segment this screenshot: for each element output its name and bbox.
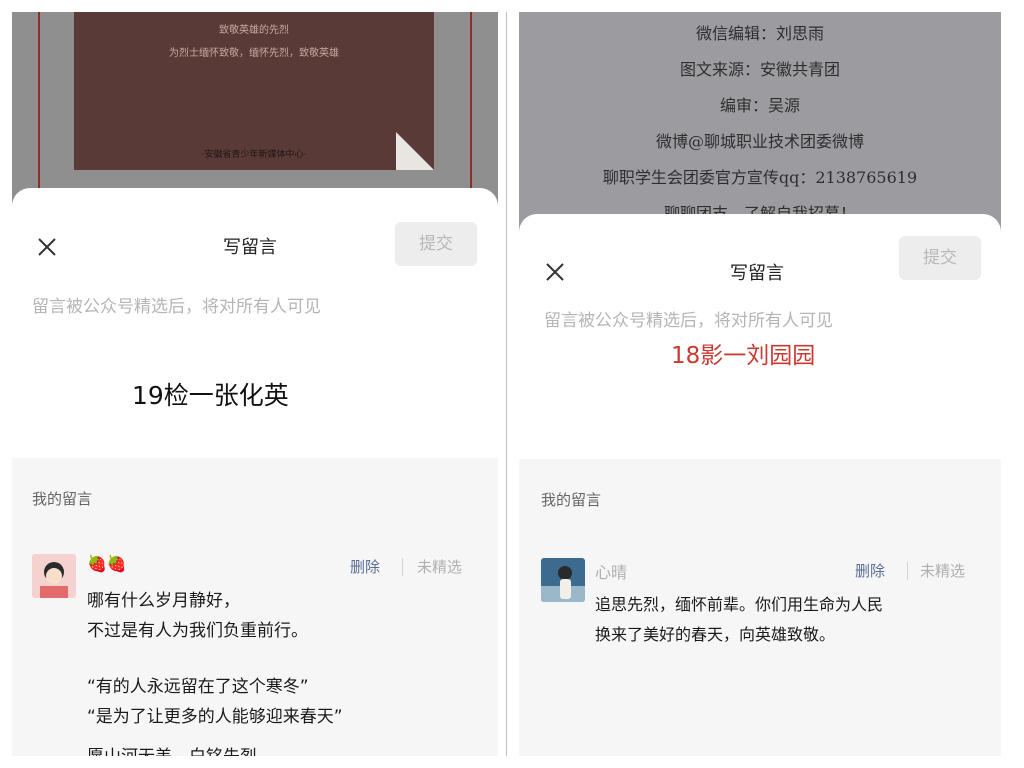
comment-input-hint[interactable]: 留言被公众号精选后，将对所有人可见 [32,292,321,317]
comment-line: “有的人永远留在了这个寒冬” [87,677,309,697]
article-line: 微博@聊城职业技术团委微博 [655,132,864,151]
my-comments-section: 我的留言 🍓🍓 删除 未精选 哪有什么岁月静好， 不过是有人为我们负重前行。 “… [12,458,498,756]
close-icon[interactable] [36,236,58,258]
comment-nickname: 🍓🍓 [87,554,127,573]
sheet-title: 写留言 [730,263,784,284]
comment-line: 不过是有人为我们负重前行。 [87,621,308,641]
comment-line: 愿山河无恙，白铭先烈 [87,742,257,756]
close-icon[interactable] [544,261,566,283]
article-line: 聊职学生会团委官方宣传qq：2138765619 [602,168,918,187]
write-comment-sheet: 写留言 提交 留言被公众号精选后，将对所有人可见 18影一刘园园 我的留言 心晴… [519,214,1001,756]
poster-footer: ·安徽省青少年新媒体中心· [201,150,307,160]
delete-comment-link[interactable]: 删除 [350,556,380,577]
poster-line-1: 致敬英雄的先烈 [219,25,289,36]
right-screenshot: 微信编辑：刘思雨 图文来源：安徽共青团 编审：吴源 微博@聊城职业技术团委微博 … [519,12,1001,756]
comment-line: 追思先烈，缅怀前辈。你们用生命为人民 [595,595,884,614]
submit-button[interactable]: 提交 [395,222,477,266]
avatar [32,554,76,598]
comment-draft-text[interactable]: 19检一张化英 [132,376,289,412]
avatar [541,558,585,602]
comment-line: 哪有什么岁月静好， [87,591,240,611]
article-line: 微信编辑：刘思雨 [695,24,824,43]
sheet-title: 写留言 [223,237,277,258]
separator [907,562,908,580]
comment-line: “是为了让更多的人能够迎来春天” [87,707,343,727]
write-comment-sheet: 写留言 提交 留言被公众号精选后，将对所有人可见 19检一张化英 我的留言 🍓🍓… [12,188,498,756]
poster-line-2: 为烈士缅怀致敬，缅怀先烈，致敬英雄 [169,48,339,59]
comment-status: 未精选 [920,562,966,580]
page-curl [396,132,434,170]
submit-button[interactable]: 提交 [899,236,981,280]
comment-nickname: 心晴 [595,563,628,582]
comment-line: 换来了美好的春天，向英雄致敬。 [595,625,836,644]
article-line: 图文来源：安徽共青团 [679,60,840,79]
delete-comment-link[interactable]: 删除 [855,560,885,581]
my-comments-label: 我的留言 [32,490,93,508]
my-comments-label: 我的留言 [541,491,602,509]
article-line: 编审：吴源 [719,96,800,115]
comment-draft-text[interactable]: 18影一刘园园 [671,336,815,370]
left-screenshot: 致敬英雄的先烈 为烈士缅怀致敬，缅怀先烈，致敬英雄 ·安徽省青少年新媒体中心· … [12,12,498,756]
comment-input-hint[interactable]: 留言被公众号精选后，将对所有人可见 [544,306,833,331]
separator [402,558,403,576]
my-comments-section: 我的留言 心晴 删除 未精选 追思先烈，缅怀前辈。你们用生命为人民 换来了美好的… [519,459,1001,756]
pane-divider [506,12,507,756]
comment-status: 未精选 [417,558,463,576]
article-credits: 微信编辑：刘思雨 图文来源：安徽共青团 编审：吴源 微博@聊城职业技术团委微博 … [519,22,1001,238]
article-poster: 致敬英雄的先烈 为烈士缅怀致敬，缅怀先烈，致敬英雄 ·安徽省青少年新媒体中心· [74,12,434,170]
